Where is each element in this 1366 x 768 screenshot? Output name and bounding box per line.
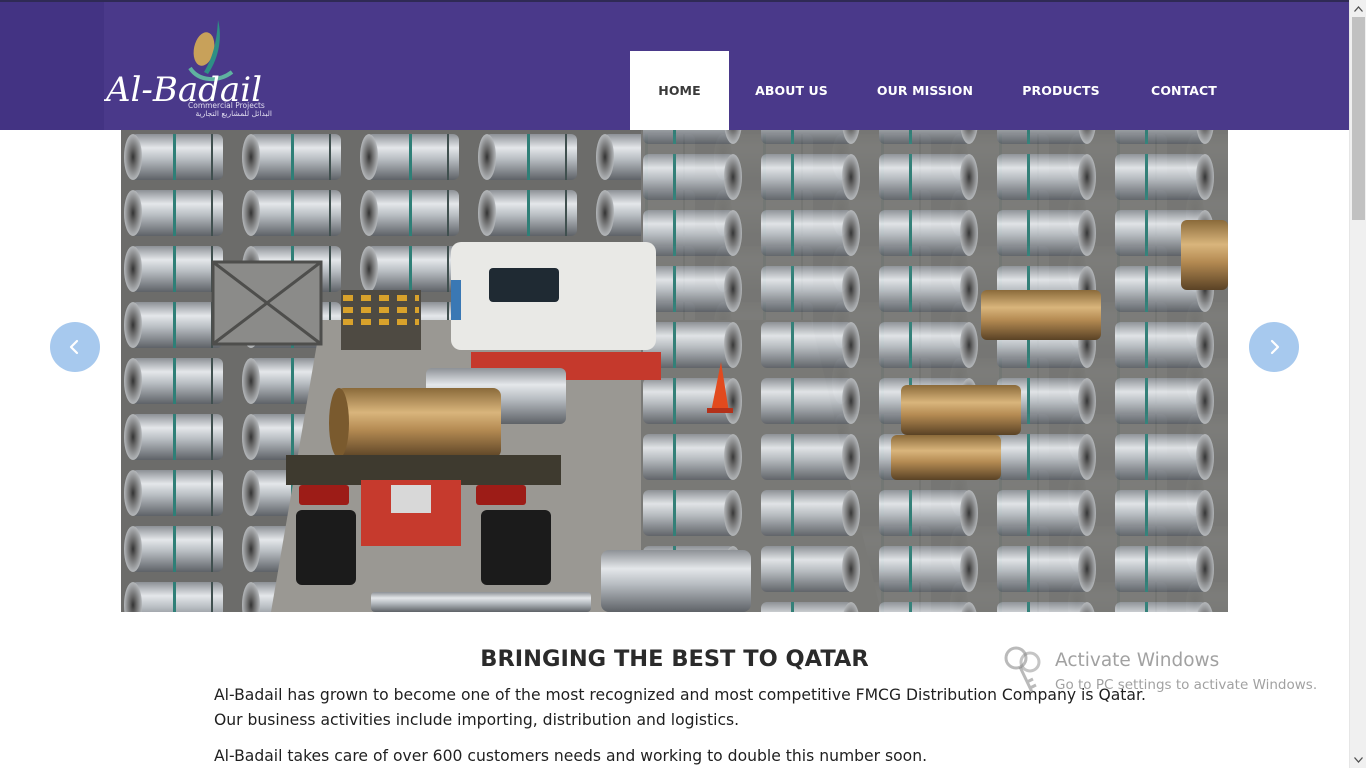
main-nav: HOME ABOUT US OUR MISSION PRODUCTS CONTA… bbox=[630, 51, 1242, 130]
svg-text:البدائل للمشاريع التجارية: البدائل للمشاريع التجارية bbox=[196, 109, 272, 118]
slider-next-button[interactable] bbox=[1249, 322, 1299, 372]
nav-home[interactable]: HOME bbox=[630, 51, 729, 130]
scrollbar-thumb[interactable] bbox=[1352, 17, 1365, 220]
scroll-up-arrow-icon[interactable] bbox=[1350, 0, 1366, 17]
customers-paragraph: Al-Badail takes care of over 600 custome… bbox=[214, 747, 928, 765]
chevron-left-icon bbox=[69, 339, 79, 355]
steel-coils-warehouse-photo bbox=[121, 130, 1228, 612]
hero-slide-image bbox=[121, 130, 1228, 612]
site-header: Al-Badail Commercial Projects البدائل لل… bbox=[0, 2, 1349, 130]
nav-contact[interactable]: CONTACT bbox=[1126, 51, 1242, 130]
vertical-scrollbar[interactable] bbox=[1349, 0, 1366, 768]
nav-about-us[interactable]: ABOUT US bbox=[729, 51, 854, 130]
header-edge bbox=[0, 2, 104, 130]
nav-our-mission[interactable]: OUR MISSION bbox=[854, 51, 996, 130]
page-headline: BRINGING THE BEST TO QATAR bbox=[480, 646, 869, 672]
slider-prev-button[interactable] bbox=[50, 322, 100, 372]
scroll-down-arrow-icon[interactable] bbox=[1350, 751, 1366, 768]
site-logo[interactable]: Al-Badail Commercial Projects البدائل لل… bbox=[104, 16, 274, 122]
chevron-right-icon bbox=[1270, 339, 1280, 355]
page: Al-Badail Commercial Projects البدائل لل… bbox=[0, 0, 1349, 768]
nav-products[interactable]: PRODUCTS bbox=[996, 51, 1126, 130]
intro-paragraph: Al-Badail has grown to become one of the… bbox=[214, 686, 1146, 729]
